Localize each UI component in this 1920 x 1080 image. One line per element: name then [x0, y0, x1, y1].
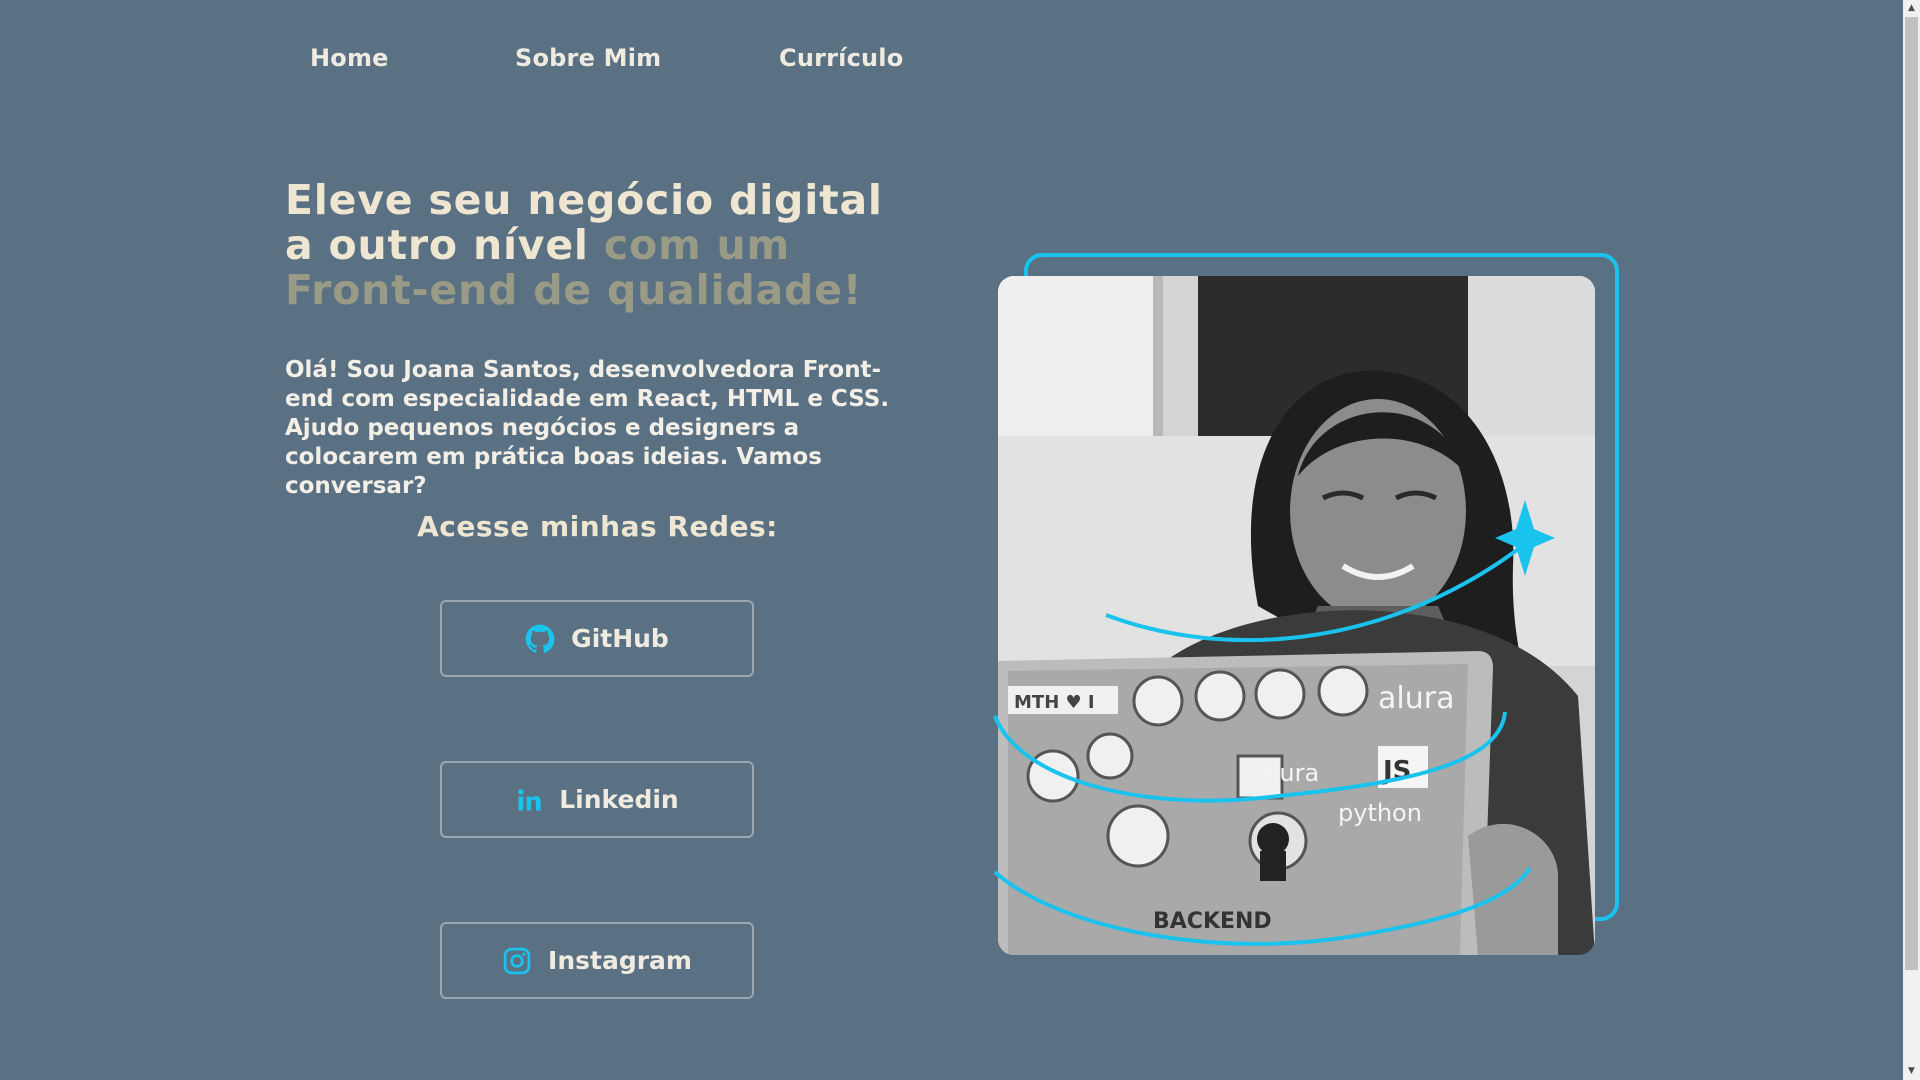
nav-home-link[interactable]: Home [310, 44, 389, 72]
scroll-thumb[interactable] [1905, 17, 1918, 970]
nav-about-link[interactable]: Sobre Mim [515, 44, 661, 72]
github-button-label: GitHub [571, 624, 669, 653]
linkedin-button-label: Linkedin [559, 785, 679, 814]
sticker-text-js: JS [1381, 756, 1411, 786]
vertical-scrollbar[interactable]: ▲ ▼ [1903, 0, 1920, 1080]
hero-title-line1: Eleve seu negócio digital [285, 176, 883, 224]
hero-title-line2: a outro nível [285, 221, 604, 269]
github-icon [525, 624, 555, 654]
sticker-text-mth: MTH ♥ I [1014, 692, 1095, 713]
sticker-text-python: python [1338, 799, 1422, 827]
scroll-down-arrow-icon[interactable]: ▼ [1903, 1063, 1920, 1080]
instagram-button[interactable]: Instagram [440, 922, 754, 999]
linkedin-icon [515, 786, 543, 814]
hero-title-line2-muted: com um [603, 221, 791, 269]
profile-photo: MTH ♥ I alura JS python alura BACKEND [998, 276, 1595, 955]
github-button[interactable]: GitHub [440, 600, 754, 677]
page: Home Sobre Mim Currículo Eleve seu negóc… [0, 0, 1920, 1080]
nav-resume-link[interactable]: Currículo [779, 44, 903, 72]
instagram-button-label: Instagram [548, 946, 692, 975]
social-heading: Acesse minhas Redes: [417, 510, 778, 543]
linkedin-button[interactable]: Linkedin [440, 761, 754, 838]
scroll-up-arrow-icon[interactable]: ▲ [1903, 0, 1920, 17]
sticker-text-backend: BACKEND [1153, 909, 1272, 934]
hero-intro: Olá! Sou Joana Santos, desenvolvedora Fr… [285, 357, 890, 499]
top-nav: Home Sobre Mim Currículo [0, 44, 1000, 84]
sticker-text-alura-1: alura [1378, 681, 1454, 716]
sticker-text-alura-2: alura [1258, 759, 1319, 787]
instagram-icon [502, 946, 532, 976]
hero-title: Eleve seu negócio digital a outro nível … [285, 178, 925, 313]
hero-title-line3: Front-end de qualidade! [285, 266, 863, 314]
